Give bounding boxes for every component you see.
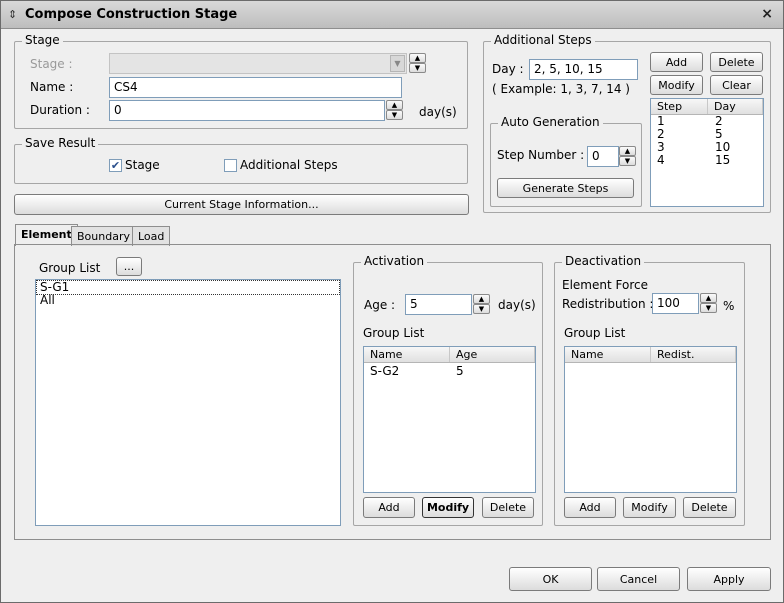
- step-number-spin[interactable]: ▲ ▼: [619, 146, 636, 167]
- activation-add-button[interactable]: Add: [363, 497, 415, 518]
- stage-label: Stage :: [30, 57, 73, 71]
- save-result-legend: Save Result: [22, 136, 99, 150]
- window-menu-icon[interactable]: ⇕: [8, 8, 17, 21]
- redistribution-field[interactable]: 100: [652, 293, 699, 314]
- ok-button[interactable]: OK: [509, 567, 592, 591]
- generate-steps-button[interactable]: Generate Steps: [497, 178, 634, 198]
- table-row[interactable]: S-G2 5: [364, 363, 535, 379]
- chevron-down-icon[interactable]: ▼: [390, 55, 405, 72]
- spin-down-icon[interactable]: ▼: [619, 156, 636, 166]
- steps-list[interactable]: Step Day 12 25 3 10 4 15: [650, 98, 764, 207]
- spin-up-icon[interactable]: ▲: [473, 294, 490, 304]
- col-step[interactable]: Step: [651, 99, 708, 114]
- col-redist[interactable]: Redist.: [651, 347, 736, 362]
- deactivation-list[interactable]: Name Redist.: [564, 346, 737, 493]
- age-spin[interactable]: ▲ ▼: [473, 294, 490, 315]
- stage-group-legend: Stage: [22, 33, 63, 47]
- age-unit: day(s): [498, 298, 536, 312]
- duration-unit: day(s): [419, 105, 457, 119]
- tab-load[interactable]: Load: [132, 226, 171, 246]
- list-item[interactable]: S-G1: [36, 280, 340, 295]
- stage-spin[interactable]: ▲ ▼: [409, 53, 426, 74]
- activation-list-header: Name Age: [364, 347, 535, 363]
- clear-steps-button[interactable]: Clear: [710, 75, 763, 95]
- spin-up-icon[interactable]: ▲: [619, 146, 636, 156]
- deactivation-modify-button[interactable]: Modify: [623, 497, 676, 518]
- spin-up-icon[interactable]: ▲: [700, 293, 717, 303]
- col-name[interactable]: Name: [565, 347, 651, 362]
- spin-up-icon[interactable]: ▲: [386, 100, 403, 110]
- activation-modify-button[interactable]: Modify: [422, 497, 474, 518]
- save-stage-checkbox[interactable]: ✔: [109, 159, 122, 172]
- save-stage-label: Stage: [125, 158, 160, 172]
- cancel-button[interactable]: Cancel: [597, 567, 680, 591]
- save-additional-label: Additional Steps: [240, 158, 338, 172]
- step-number-label: Step Number :: [497, 148, 585, 162]
- list-item[interactable]: 12: [651, 115, 763, 128]
- spin-down-icon[interactable]: ▼: [473, 304, 490, 314]
- list-item[interactable]: 3 10: [651, 141, 763, 154]
- duration-field[interactable]: 0: [109, 100, 385, 121]
- group-list[interactable]: S-G1 All: [35, 279, 341, 526]
- col-day[interactable]: Day: [708, 99, 763, 114]
- add-step-button[interactable]: Add: [650, 52, 703, 72]
- list-item[interactable]: 25: [651, 128, 763, 141]
- spin-down-icon[interactable]: ▼: [386, 110, 403, 120]
- step-number-field[interactable]: 0: [587, 146, 619, 167]
- save-additional-checkbox[interactable]: [224, 159, 237, 172]
- deactivation-legend: Deactivation: [562, 254, 645, 268]
- duration-spin[interactable]: ▲ ▼: [386, 100, 403, 121]
- stage-select[interactable]: [109, 53, 407, 74]
- group-list-label: Group List: [39, 261, 101, 275]
- redistribution-spin[interactable]: ▲ ▼: [700, 293, 717, 314]
- spin-up-icon[interactable]: ▲: [409, 53, 426, 63]
- redistribution-label: Redistribution :: [562, 297, 654, 311]
- age-field[interactable]: 5: [405, 294, 472, 315]
- steps-list-header: Step Day: [651, 99, 763, 115]
- day-field[interactable]: 2, 5, 10, 15: [529, 59, 638, 80]
- additional-steps-legend: Additional Steps: [491, 33, 595, 47]
- activation-delete-button[interactable]: Delete: [482, 497, 534, 518]
- modify-step-button[interactable]: Modify: [650, 75, 703, 95]
- compose-construction-stage-dialog: ⇕ Compose Construction Stage × Stage Sta…: [0, 0, 784, 603]
- col-name[interactable]: Name: [364, 347, 450, 362]
- auto-generation-legend: Auto Generation: [498, 115, 603, 129]
- apply-button[interactable]: Apply: [687, 567, 771, 591]
- duration-label: Duration :: [30, 103, 90, 117]
- redistribution-unit: %: [723, 299, 735, 313]
- activation-list[interactable]: Name Age S-G2 5: [363, 346, 536, 493]
- tab-boundary[interactable]: Boundary: [71, 226, 136, 246]
- delete-step-button[interactable]: Delete: [710, 52, 763, 72]
- title-bar[interactable]: ⇕ Compose Construction Stage ×: [1, 1, 783, 29]
- day-label: Day :: [492, 62, 524, 76]
- close-icon[interactable]: ×: [761, 6, 773, 22]
- deactivation-delete-button[interactable]: Delete: [683, 497, 736, 518]
- list-item[interactable]: All: [37, 294, 340, 307]
- element-force-label: Element Force: [562, 278, 648, 292]
- day-example: ( Example: 1, 3, 7, 14 ): [492, 82, 630, 96]
- current-stage-info-button[interactable]: Current Stage Information...: [14, 194, 469, 215]
- col-age[interactable]: Age: [450, 347, 535, 362]
- spin-down-icon[interactable]: ▼: [409, 63, 426, 73]
- name-label: Name :: [30, 80, 74, 94]
- deactivation-add-button[interactable]: Add: [564, 497, 616, 518]
- deactivation-group-list-label: Group List: [564, 326, 626, 340]
- tab-element[interactable]: Element: [15, 224, 78, 246]
- age-label: Age :: [364, 298, 396, 312]
- group-browse-button[interactable]: ...: [116, 257, 142, 276]
- spin-down-icon[interactable]: ▼: [700, 303, 717, 313]
- activation-group-list-label: Group List: [363, 326, 425, 340]
- list-item[interactable]: 4 15: [651, 154, 763, 167]
- window-title: Compose Construction Stage: [25, 7, 238, 22]
- name-field[interactable]: CS4: [109, 77, 402, 98]
- deactivation-list-header: Name Redist.: [565, 347, 736, 363]
- activation-legend: Activation: [361, 254, 428, 268]
